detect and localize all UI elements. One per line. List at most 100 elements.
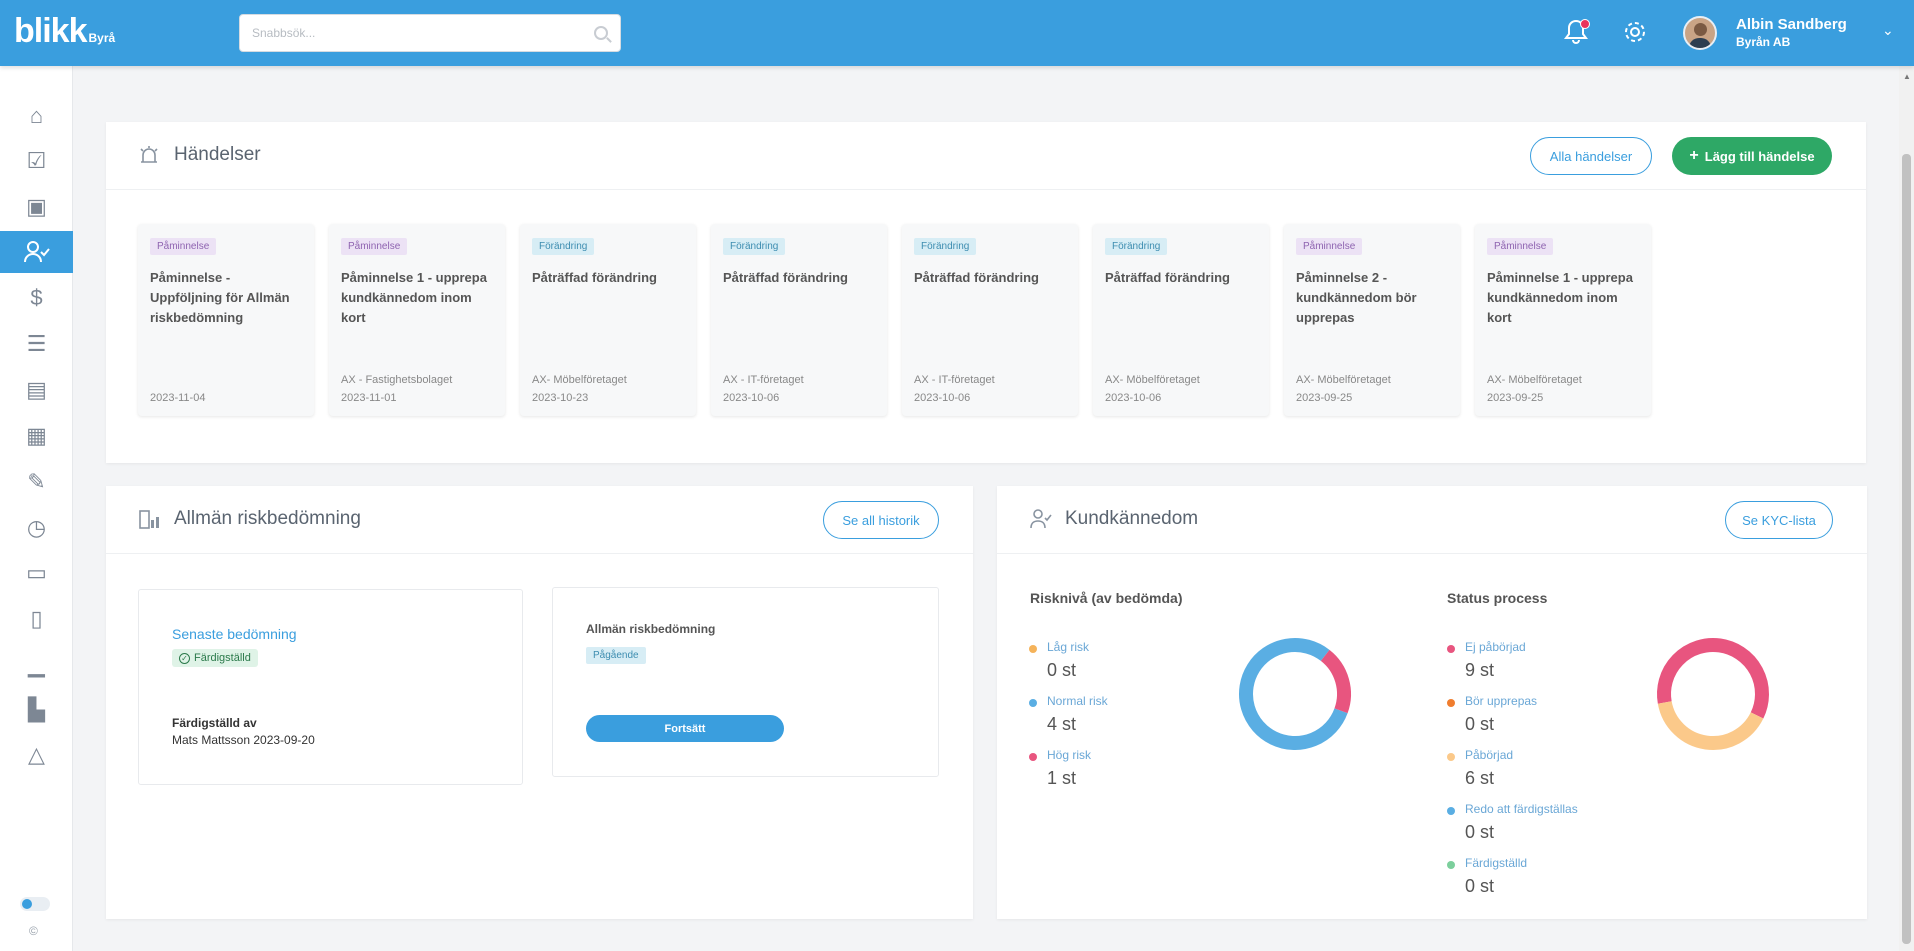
event-tile[interactable]: Förändring Påträffad förändring AX- Möbelf… <box>520 224 696 416</box>
event-tile[interactable]: Påminnelse Påminnelse 2 - kundkännedom bö… <box>1284 224 1460 416</box>
risk-level-donut-chart <box>1239 638 1351 750</box>
status-badge-ongoing: Pågående <box>586 647 646 664</box>
customer-kyc-icon[interactable] <box>0 231 73 273</box>
see-kyc-list-button[interactable]: Se KYC-lista <box>1725 501 1833 539</box>
event-date: 2023-10-06 <box>723 392 780 404</box>
user-org: Byrån AB <box>1736 35 1791 49</box>
bell-settings-icon[interactable]: △ <box>0 734 73 776</box>
dashboard-icon[interactable]: ▦ <box>0 415 73 457</box>
donut-segment[interactable] <box>1657 638 1769 719</box>
top-bar: blikk Byrå Snabbsök... Albin Sandberg Byr… <box>0 0 1914 66</box>
document-edit-icon[interactable]: ✎ <box>0 461 73 503</box>
user-avatar[interactable] <box>1683 16 1717 50</box>
legend-dot <box>1447 645 1455 653</box>
theme-toggle[interactable] <box>20 897 50 911</box>
event-company: AX- Möbelföretaget <box>1105 374 1200 386</box>
status-badge-label: Färdigställd <box>194 652 251 664</box>
scrollbar-thumb[interactable] <box>1902 154 1911 944</box>
legend-dot <box>1447 807 1455 815</box>
legend-value: 0 st <box>1465 714 1495 734</box>
legend-label[interactable]: Normal risk <box>1047 694 1108 708</box>
checklist-icon[interactable]: ☰ <box>0 323 73 365</box>
calendar-icon[interactable]: ▭ <box>0 552 73 594</box>
donut-segment[interactable] <box>1657 701 1764 750</box>
alarm-icon <box>138 144 160 172</box>
kyc-title: Kundkännedom <box>1065 508 1199 529</box>
legend-value: 6 st <box>1465 768 1495 788</box>
contacts-icon[interactable]: ▣ <box>0 186 73 228</box>
event-title: Påträffad förändring <box>723 270 848 285</box>
event-date: 2023-10-06 <box>914 392 971 404</box>
event-date: 2023-09-25 <box>1487 392 1544 404</box>
search-input[interactable]: Snabbsök... <box>239 14 621 52</box>
current-assessment-box: Allmän riskbedömning Pågående Fortsätt <box>552 587 939 777</box>
event-title: Påträffad förändring <box>1105 270 1230 285</box>
legend-label[interactable]: Hög risk <box>1047 748 1091 762</box>
event-company: AX - IT-företaget <box>723 374 804 386</box>
plus-icon: + <box>1689 147 1699 164</box>
latest-assessment-link[interactable]: Senaste bedömning <box>172 626 297 642</box>
legend-value: 9 st <box>1465 660 1495 680</box>
user-menu[interactable]: Albin Sandberg Byrån AB <box>1736 16 1847 49</box>
bar-chart-icon[interactable]: ▁ <box>0 644 73 686</box>
notifications-bell-icon[interactable] <box>1561 18 1591 48</box>
donut-segment[interactable] <box>1320 649 1351 714</box>
legend-label[interactable]: Redo att färdigställas <box>1465 802 1578 816</box>
event-title: Påminnelse 1 - upprepa kundkännedom inom… <box>341 270 487 325</box>
legend-value: 1 st <box>1047 768 1077 788</box>
event-tile[interactable]: Påminnelse Påminnelse 1 - upprepa kundkän… <box>1475 224 1651 416</box>
logo-text: blikk <box>14 12 87 50</box>
event-tile[interactable]: Förändring Påträffad förändring AX - IT-fö… <box>902 224 1078 416</box>
sidebar: ⌂ ☑ ▣ $ ☰ ▤ ▦ ✎ ◷ ▭ ▯ ▁ ▙ △ © <box>0 66 73 951</box>
event-tile[interactable]: Påminnelse Påminnelse - Uppföljning för A… <box>138 224 314 416</box>
table-icon[interactable]: ▤ <box>0 369 73 411</box>
clock-icon[interactable]: ◷ <box>0 507 73 549</box>
building-chart-icon <box>138 508 162 536</box>
file-icon[interactable]: ▯ <box>0 598 73 640</box>
status-badge-completed: ✓ Färdigställd <box>172 649 258 667</box>
legend-label[interactable]: Bör upprepas <box>1465 694 1537 708</box>
logo[interactable]: blikk Byrå <box>14 12 115 51</box>
status-process-donut-chart <box>1657 638 1769 750</box>
events-title: Händelser <box>174 144 261 165</box>
scroll-up-arrow-icon[interactable]: ▲ <box>1903 72 1911 81</box>
event-company: AX - Fastighetsbolaget <box>341 374 453 386</box>
event-tile[interactable]: Påminnelse Påminnelse 1 - upprepa kundkän… <box>329 224 505 416</box>
legend-label[interactable]: Påbörjad <box>1465 748 1513 762</box>
copyright: © <box>29 924 38 938</box>
settings-gear-icon[interactable] <box>1620 18 1650 48</box>
event-title: Påträffad förändring <box>532 270 657 285</box>
legend-value: 0 st <box>1047 660 1077 680</box>
event-date: 2023-10-06 <box>1105 392 1162 404</box>
event-tag: Förändring <box>723 238 786 255</box>
page-scrollbar[interactable]: ▲ <box>1899 66 1914 951</box>
add-event-button[interactable]: + Lägg till händelse <box>1672 137 1832 175</box>
legend-dot <box>1447 861 1455 869</box>
tasks-checkbox-icon[interactable]: ☑ <box>0 140 73 182</box>
event-title: Påträffad förändring <box>914 270 1039 285</box>
event-tile[interactable]: Förändring Påträffad förändring AX- Möbelf… <box>1093 224 1269 416</box>
legend-label[interactable]: Ej påbörjad <box>1465 640 1526 654</box>
event-tag: Påminnelse <box>150 238 217 255</box>
legend-value: 4 st <box>1047 714 1077 734</box>
analytics-icon[interactable]: ▙ <box>0 689 73 731</box>
all-events-button[interactable]: Alla händelser <box>1530 137 1652 175</box>
event-title: Påminnelse 2 - kundkännedom bör upprepas <box>1296 270 1417 325</box>
see-all-history-button[interactable]: Se all historik <box>823 501 939 539</box>
event-tag: Påminnelse <box>1296 238 1363 255</box>
event-date: 2023-11-01 <box>341 392 397 404</box>
legend-dot <box>1447 699 1455 707</box>
continue-button[interactable]: Fortsätt <box>586 715 784 742</box>
event-tag: Förändring <box>532 238 595 255</box>
event-title: Påminnelse 1 - upprepa kundkännedom inom… <box>1487 270 1633 325</box>
dollar-icon[interactable]: $ <box>0 277 73 319</box>
home-icon[interactable]: ⌂ <box>0 95 73 137</box>
search-placeholder: Snabbsök... <box>252 26 316 40</box>
kyc-card: Kundkännedom Se KYC-lista Risknivå (av b… <box>997 486 1867 919</box>
legend-label[interactable]: Färdigställd <box>1465 856 1527 870</box>
legend-label[interactable]: Låg risk <box>1047 640 1089 654</box>
chevron-down-icon[interactable]: ⌄ <box>1882 22 1894 39</box>
risk-level-heading: Risknivå (av bedömda) <box>1030 590 1183 606</box>
event-tag: Påminnelse <box>1487 238 1554 255</box>
event-tile[interactable]: Förändring Påträffad förändring AX - IT-fö… <box>711 224 887 416</box>
